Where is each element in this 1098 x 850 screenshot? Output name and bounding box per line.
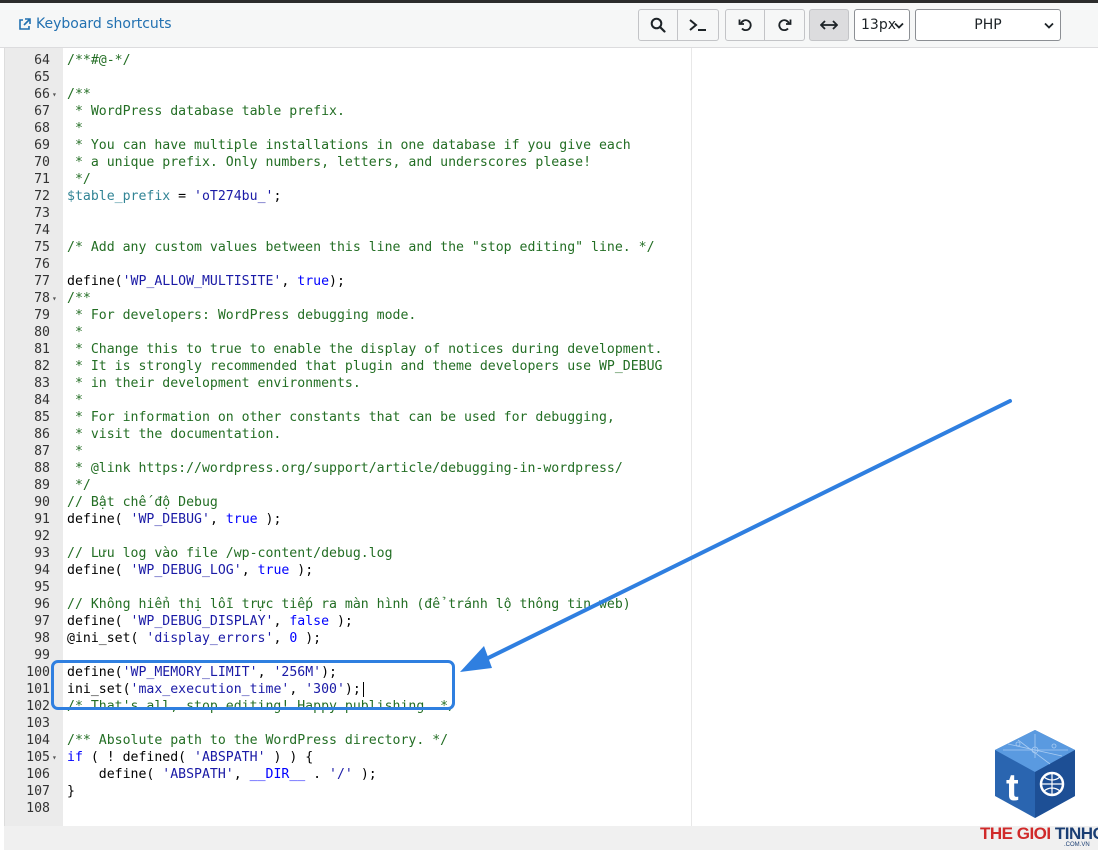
brand-part-2: TINHOC <box>1054 824 1098 843</box>
brand-domain: .COM.VN <box>1064 842 1090 848</box>
brand-part-1: THE GIOI <box>980 824 1055 843</box>
brand-wordmark: THE GIOI TINHOC <box>980 824 1098 844</box>
logo-letter: t <box>1006 767 1019 809</box>
horizontal-scrollbar[interactable] <box>4 826 1098 850</box>
annotation-arrow <box>460 399 1012 672</box>
